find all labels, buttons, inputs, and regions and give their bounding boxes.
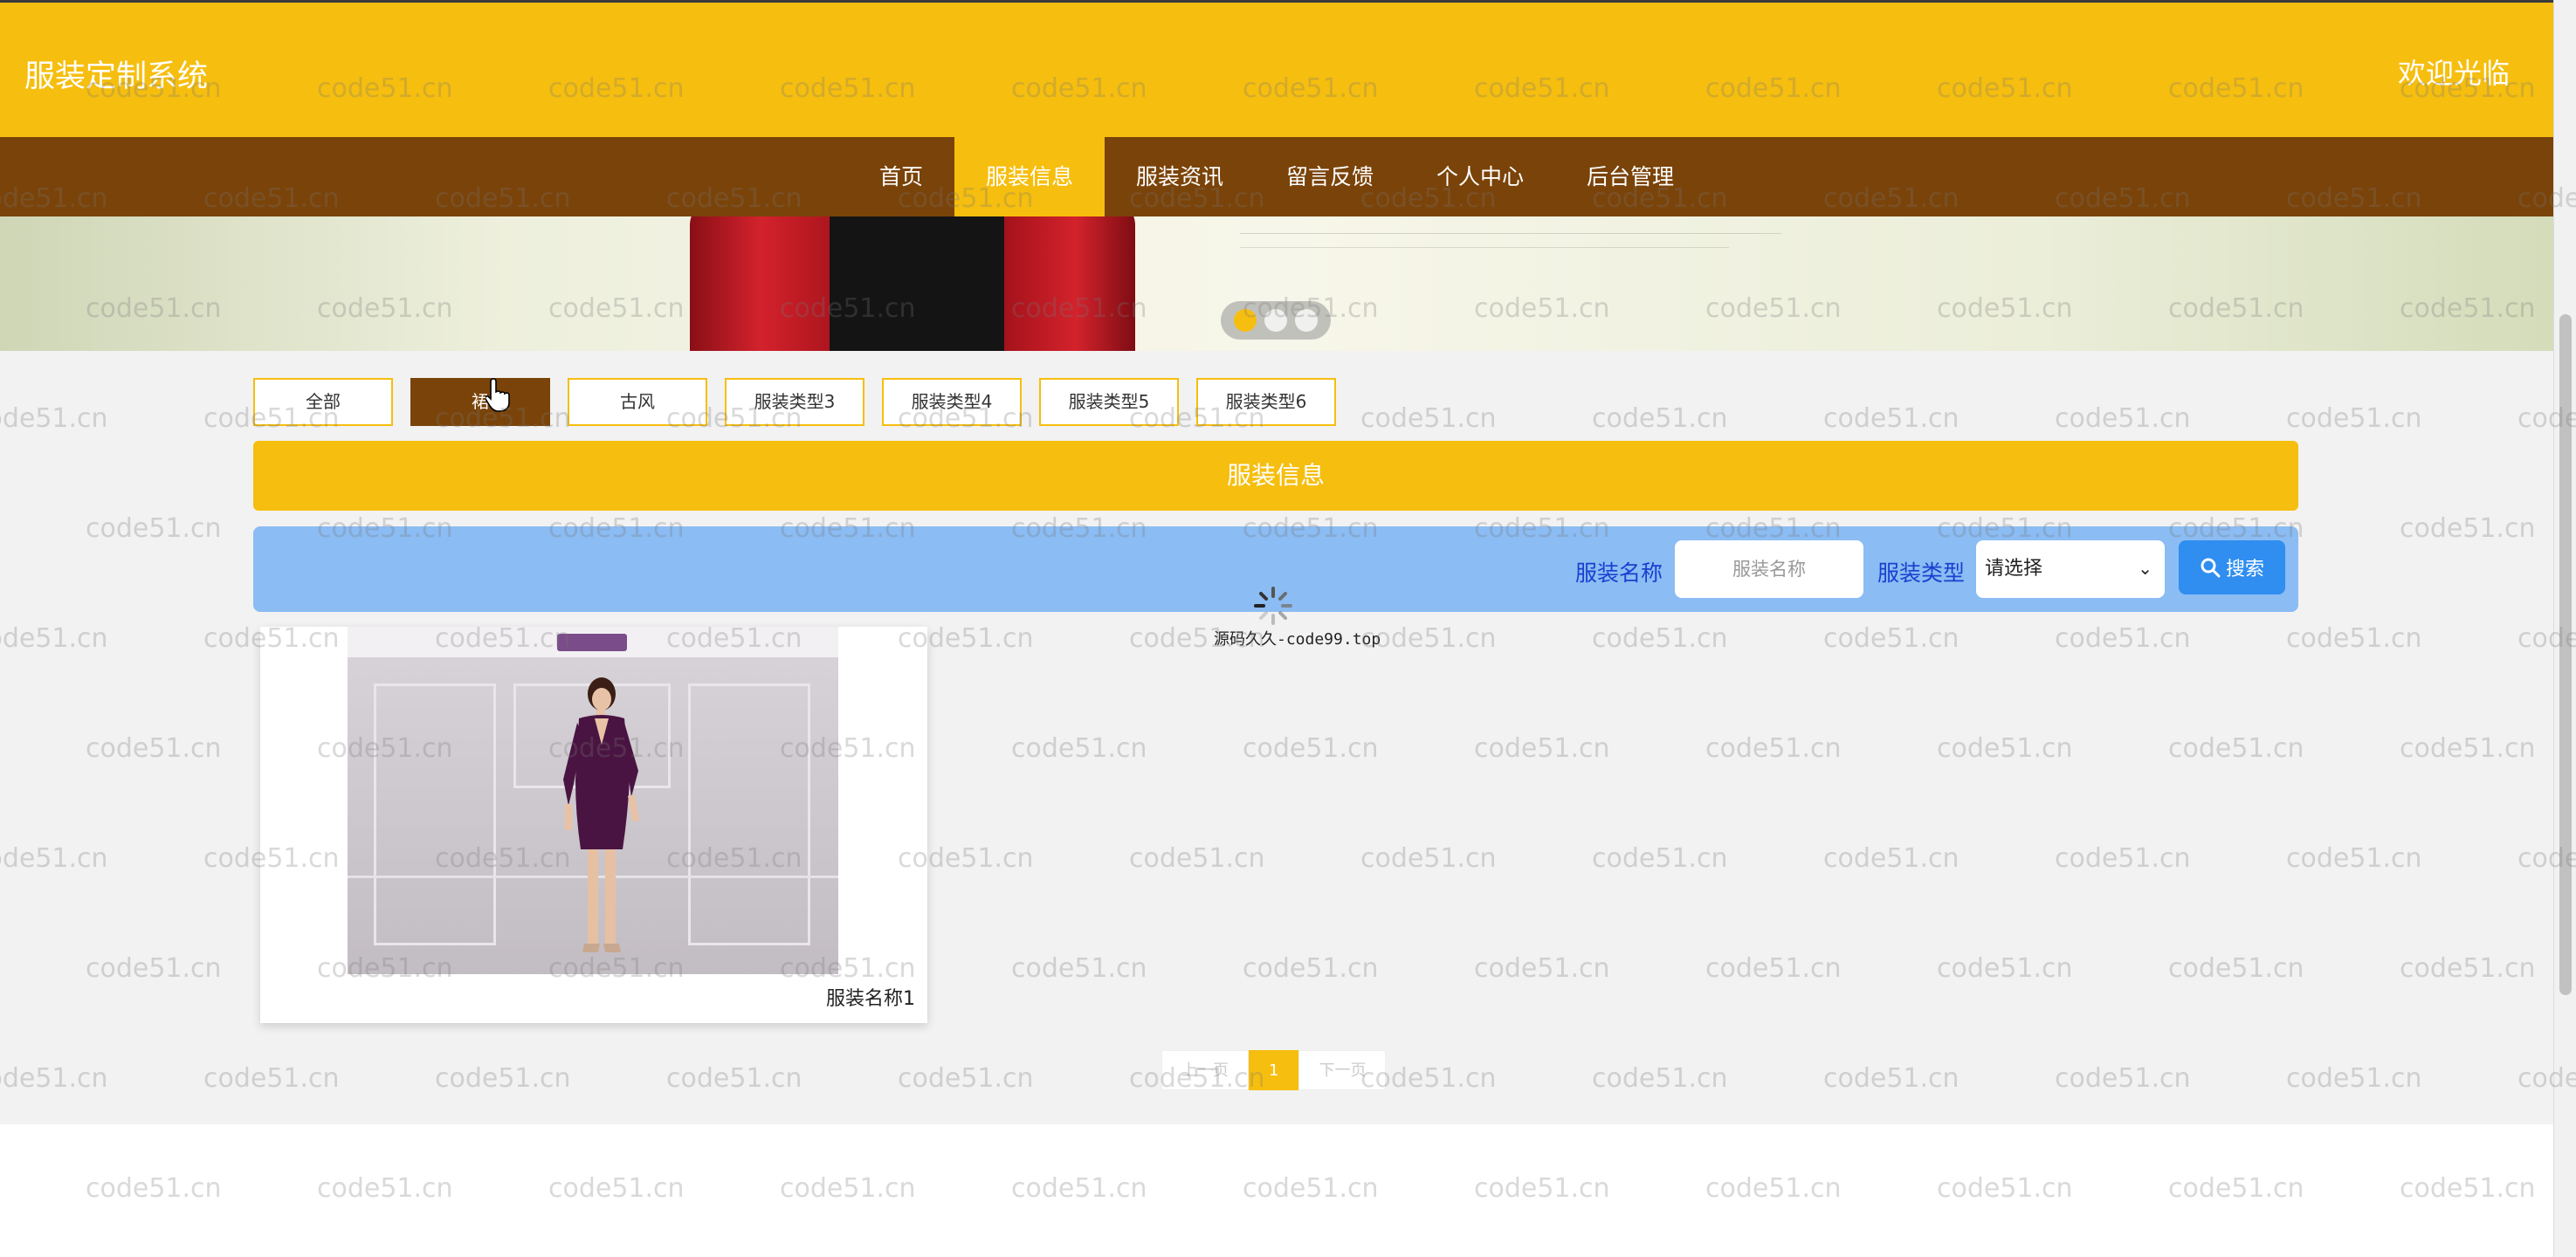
nav-item-2[interactable]: 服装资讯	[1105, 137, 1255, 216]
carousel-indicators	[1221, 301, 1331, 340]
section-title: 服装信息	[253, 441, 2298, 511]
category-button-4[interactable]: 服装类型4	[882, 378, 1022, 426]
main-nav: 首页 服装信息 服装资讯 留言反馈 个人中心 后台管理	[0, 137, 2553, 216]
category-button-5[interactable]: 服装类型5	[1039, 378, 1179, 426]
carousel-dot-2[interactable]	[1295, 309, 1319, 332]
search-button-label: 搜索	[2225, 559, 2264, 580]
mouse-pointer-icon	[486, 378, 510, 412]
category-button-0[interactable]: 全部	[253, 378, 393, 426]
loading-spinner-icon	[1254, 587, 1292, 625]
brand-title[interactable]: 服装定制系统	[24, 52, 208, 96]
product-image	[348, 627, 838, 974]
product-card[interactable]: 服装名称1	[260, 627, 927, 1023]
name-search-label: 服装名称	[1575, 560, 1663, 586]
search-button[interactable]: 搜索	[2179, 540, 2285, 594]
product-name[interactable]: 服装名称1	[826, 983, 915, 1011]
banner-image	[690, 216, 1205, 351]
nav-items: 首页 服装信息 服装资讯 留言反馈 个人中心 后台管理	[0, 137, 2553, 216]
footer	[0, 1124, 2553, 1257]
app-root: 服装定制系统 欢迎光临 首页 服装信息 服装资讯 留言反馈 个人中心 后台管理 全部裙古风…	[0, 0, 2553, 1257]
nav-item-1[interactable]: 服装信息	[954, 137, 1105, 216]
category-filter: 全部裙古风 服装类型3 服装类型4 服装类型5 服装类型6	[253, 378, 1336, 426]
name-search-input[interactable]	[1675, 540, 1863, 598]
nav-item-4[interactable]: 个人中心	[1405, 137, 1555, 216]
pagination: 上一页 1 下一页	[1161, 1050, 1387, 1090]
next-page-button[interactable]: 下一页	[1298, 1050, 1387, 1090]
carousel-dot-1[interactable]	[1264, 309, 1287, 332]
scrollbar-thumb[interactable]	[2559, 314, 2572, 995]
type-select-label: 服装类型	[1877, 560, 1966, 586]
type-select[interactable]: 请选择 ⌄	[1976, 540, 2165, 598]
category-button-6[interactable]: 服装类型6	[1196, 378, 1336, 426]
nav-item-0[interactable]: 首页	[848, 137, 954, 216]
current-page-button[interactable]: 1	[1249, 1050, 1299, 1090]
carousel-dot-0[interactable]	[1233, 309, 1257, 332]
search-icon	[2201, 558, 2221, 578]
type-select-value: 请选择	[1985, 558, 2043, 580]
chevron-down-icon: ⌄	[2138, 558, 2152, 579]
top-header: 服装定制系统 欢迎光临	[0, 0, 2553, 137]
category-button-2[interactable]: 古风	[568, 378, 707, 426]
category-button-3[interactable]: 服装类型3	[725, 378, 864, 426]
page-scrollbar[interactable]	[2553, 0, 2576, 1257]
nav-item-5[interactable]: 后台管理	[1555, 137, 1705, 216]
banner-decor-text	[1240, 218, 1834, 248]
loading-text: 源码久久-code99.top	[1214, 630, 1381, 649]
nav-item-3[interactable]: 留言反馈	[1255, 137, 1405, 216]
category-button-1[interactable]: 裙	[410, 378, 550, 426]
welcome-text: 欢迎光临	[2397, 57, 2510, 90]
prev-page-button[interactable]: 上一页	[1161, 1050, 1249, 1090]
banner-carousel[interactable]	[0, 216, 2553, 351]
